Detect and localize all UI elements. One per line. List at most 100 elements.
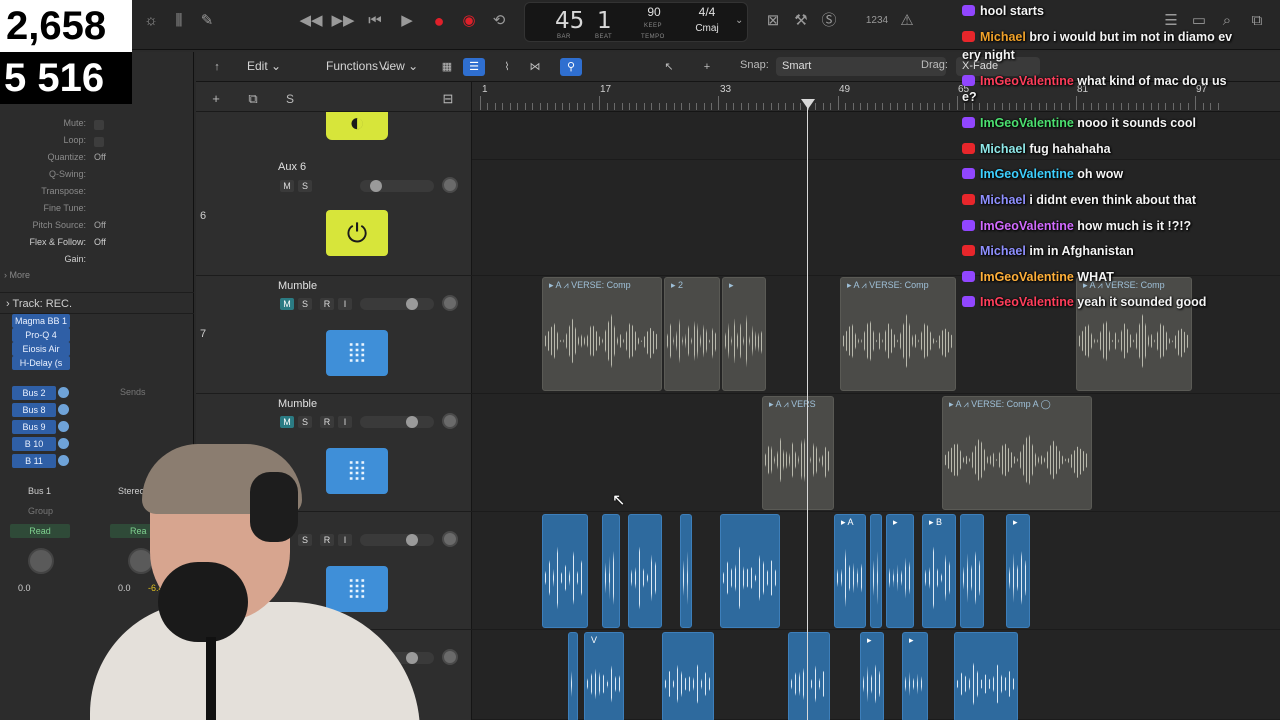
track-options-icon[interactable]: ⊟ bbox=[437, 90, 459, 108]
plugin-slot-1[interactable]: Magma BB 1 bbox=[12, 314, 70, 328]
pointer-tool-icon[interactable]: ↖ bbox=[658, 58, 680, 76]
track-mumble-1[interactable]: 7 Mumble M S R I ⦙⦙⦙ bbox=[196, 276, 472, 394]
inspector-finetune-row[interactable]: Fine Tune: bbox=[0, 203, 186, 219]
plugin-slot-4[interactable]: H-Delay (s bbox=[12, 356, 70, 370]
pan-knob[interactable] bbox=[442, 413, 458, 429]
audio-region[interactable] bbox=[788, 632, 830, 720]
group-label[interactable]: Group bbox=[28, 506, 53, 516]
play-icon[interactable]: ▶ bbox=[394, 10, 420, 32]
settings-icon[interactable]: ☼ bbox=[138, 10, 164, 32]
send-bus-11[interactable]: B 11 bbox=[12, 454, 56, 468]
plugin-slot-2[interactable]: Pro-Q 4 bbox=[12, 328, 70, 342]
flex-icon[interactable]: ⋈ bbox=[524, 58, 546, 76]
audio-region[interactable]: V bbox=[584, 632, 624, 720]
inspector-gain-row[interactable]: Gain: bbox=[0, 254, 186, 270]
inspector-flex-row[interactable]: Flex & Follow: Off bbox=[0, 237, 186, 253]
audio-region[interactable]: ▸ A ⩘ VERSE: Comp bbox=[840, 277, 956, 391]
low-latency-icon[interactable]: ⊠ bbox=[760, 10, 786, 32]
send-knob[interactable] bbox=[58, 455, 69, 466]
mute-button[interactable]: M bbox=[280, 180, 294, 192]
replace-record-icon[interactable]: ◉ bbox=[456, 10, 482, 32]
add-tool-icon[interactable]: + bbox=[696, 58, 718, 76]
catch-icon[interactable]: ⚲ bbox=[560, 58, 582, 76]
mute-checkbox[interactable] bbox=[94, 120, 104, 130]
audio-region[interactable]: ▸ bbox=[722, 277, 766, 391]
playhead[interactable] bbox=[807, 100, 808, 720]
send-knob[interactable] bbox=[58, 421, 69, 432]
count-in[interactable]: 1234 bbox=[864, 10, 890, 32]
audio-region[interactable] bbox=[954, 632, 1018, 720]
list-view-icon[interactable]: ☰ bbox=[463, 58, 485, 76]
plugin-slot-3[interactable]: Eiosis Air bbox=[12, 342, 70, 356]
audio-region[interactable] bbox=[628, 514, 662, 628]
metronome-icon[interactable]: ⚠ bbox=[894, 10, 920, 32]
send-bus-9[interactable]: Bus 9 bbox=[12, 420, 56, 434]
record-icon[interactable]: ● bbox=[426, 10, 452, 32]
audio-region[interactable] bbox=[680, 514, 692, 628]
view-menu[interactable]: View ⌄ bbox=[379, 59, 418, 73]
volume-fader[interactable] bbox=[360, 416, 434, 428]
fader-thumb[interactable] bbox=[406, 298, 418, 310]
solo-icon[interactable]: Ⓢ bbox=[816, 10, 842, 32]
audio-region[interactable]: ▸ bbox=[886, 514, 914, 628]
volume-fader[interactable] bbox=[360, 298, 434, 310]
mixer-icon[interactable]: ⫼ bbox=[166, 10, 192, 32]
inspector-mute-row[interactable]: Mute: bbox=[0, 118, 186, 134]
inspector-loop-row[interactable]: Loop: bbox=[0, 135, 186, 151]
send-bus-8[interactable]: Bus 8 bbox=[12, 403, 56, 417]
audio-region[interactable] bbox=[542, 514, 588, 628]
send-knob[interactable] bbox=[58, 387, 69, 398]
cycle-icon[interactable]: ⟲ bbox=[486, 10, 512, 32]
audio-region[interactable] bbox=[960, 514, 984, 628]
pencil-icon[interactable]: ✎ bbox=[194, 10, 220, 32]
output-label-1[interactable]: Bus 1 bbox=[28, 486, 51, 496]
fast-forward-icon[interactable]: ▶▶ bbox=[330, 10, 356, 32]
pan-knob[interactable] bbox=[442, 649, 458, 665]
send-bus-2[interactable]: Bus 2 bbox=[12, 386, 56, 400]
input-monitor-button[interactable]: I bbox=[338, 416, 352, 428]
audio-region[interactable]: ▸ A ⩘ VERSE: Comp bbox=[542, 277, 662, 391]
fader-thumb[interactable] bbox=[370, 180, 382, 192]
audio-region[interactable] bbox=[870, 514, 882, 628]
audio-region[interactable]: ▸ B bbox=[922, 514, 956, 628]
audio-region[interactable] bbox=[720, 514, 780, 628]
lcd-dropdown-icon[interactable]: ⌄ bbox=[735, 15, 743, 26]
pan-knob[interactable] bbox=[442, 177, 458, 193]
track-aux-6[interactable]: 6 Aux 6 M S ⏻ bbox=[196, 148, 472, 276]
go-to-start-icon[interactable]: ⏮ bbox=[362, 10, 388, 32]
send-bus-10[interactable]: B 10 bbox=[12, 437, 56, 451]
record-enable-button[interactable]: R bbox=[320, 298, 334, 310]
volume-fader[interactable] bbox=[360, 180, 434, 192]
audio-region[interactable] bbox=[568, 632, 578, 720]
pan-knob-1[interactable] bbox=[28, 548, 54, 574]
record-enable-button[interactable]: R bbox=[320, 416, 334, 428]
solo-button[interactable]: S bbox=[298, 298, 312, 310]
audio-region[interactable]: ▸ bbox=[860, 632, 884, 720]
send-knob[interactable] bbox=[58, 404, 69, 415]
audio-region[interactable]: ▸ bbox=[902, 632, 928, 720]
grid-view-icon[interactable]: ▦ bbox=[436, 58, 458, 76]
inspector-qswing-row[interactable]: Q-Swing: bbox=[0, 169, 186, 185]
automation-icon[interactable]: ⌇ bbox=[496, 58, 518, 76]
input-monitor-button[interactable]: I bbox=[338, 298, 352, 310]
playhead-handle[interactable] bbox=[801, 99, 815, 109]
audio-region[interactable]: ▸ A ⩘ VERS bbox=[762, 396, 834, 510]
solo-button[interactable]: S bbox=[298, 180, 312, 192]
global-solo-icon[interactable]: S bbox=[279, 90, 301, 108]
pan-knob[interactable] bbox=[442, 531, 458, 547]
add-track-icon[interactable]: + bbox=[205, 90, 227, 108]
loop-checkbox[interactable] bbox=[94, 137, 104, 147]
fader-thumb[interactable] bbox=[406, 416, 418, 428]
solo-button[interactable]: S bbox=[298, 416, 312, 428]
inspector-track-section[interactable]: › Track: REC. bbox=[0, 292, 194, 314]
rewind-icon[interactable]: ◀◀ bbox=[298, 10, 324, 32]
inspector-pitch-source-row[interactable]: Pitch Source: Off bbox=[0, 220, 186, 236]
audio-region[interactable]: ▸ bbox=[1006, 514, 1030, 628]
lcd-display[interactable]: 45 1 BAR BEAT 90 KEEP TEMPO 4/4 Cmaj ⌄ bbox=[524, 2, 748, 42]
mute-button[interactable]: M bbox=[280, 416, 294, 428]
duplicate-track-icon[interactable]: ⧉ bbox=[242, 90, 264, 108]
automation-read-button-1[interactable]: Read bbox=[10, 524, 70, 538]
audio-region[interactable]: ▸ A ⩘ VERSE: Comp A ◯ bbox=[942, 396, 1092, 510]
pan-knob[interactable] bbox=[442, 295, 458, 311]
audio-region[interactable] bbox=[602, 514, 620, 628]
